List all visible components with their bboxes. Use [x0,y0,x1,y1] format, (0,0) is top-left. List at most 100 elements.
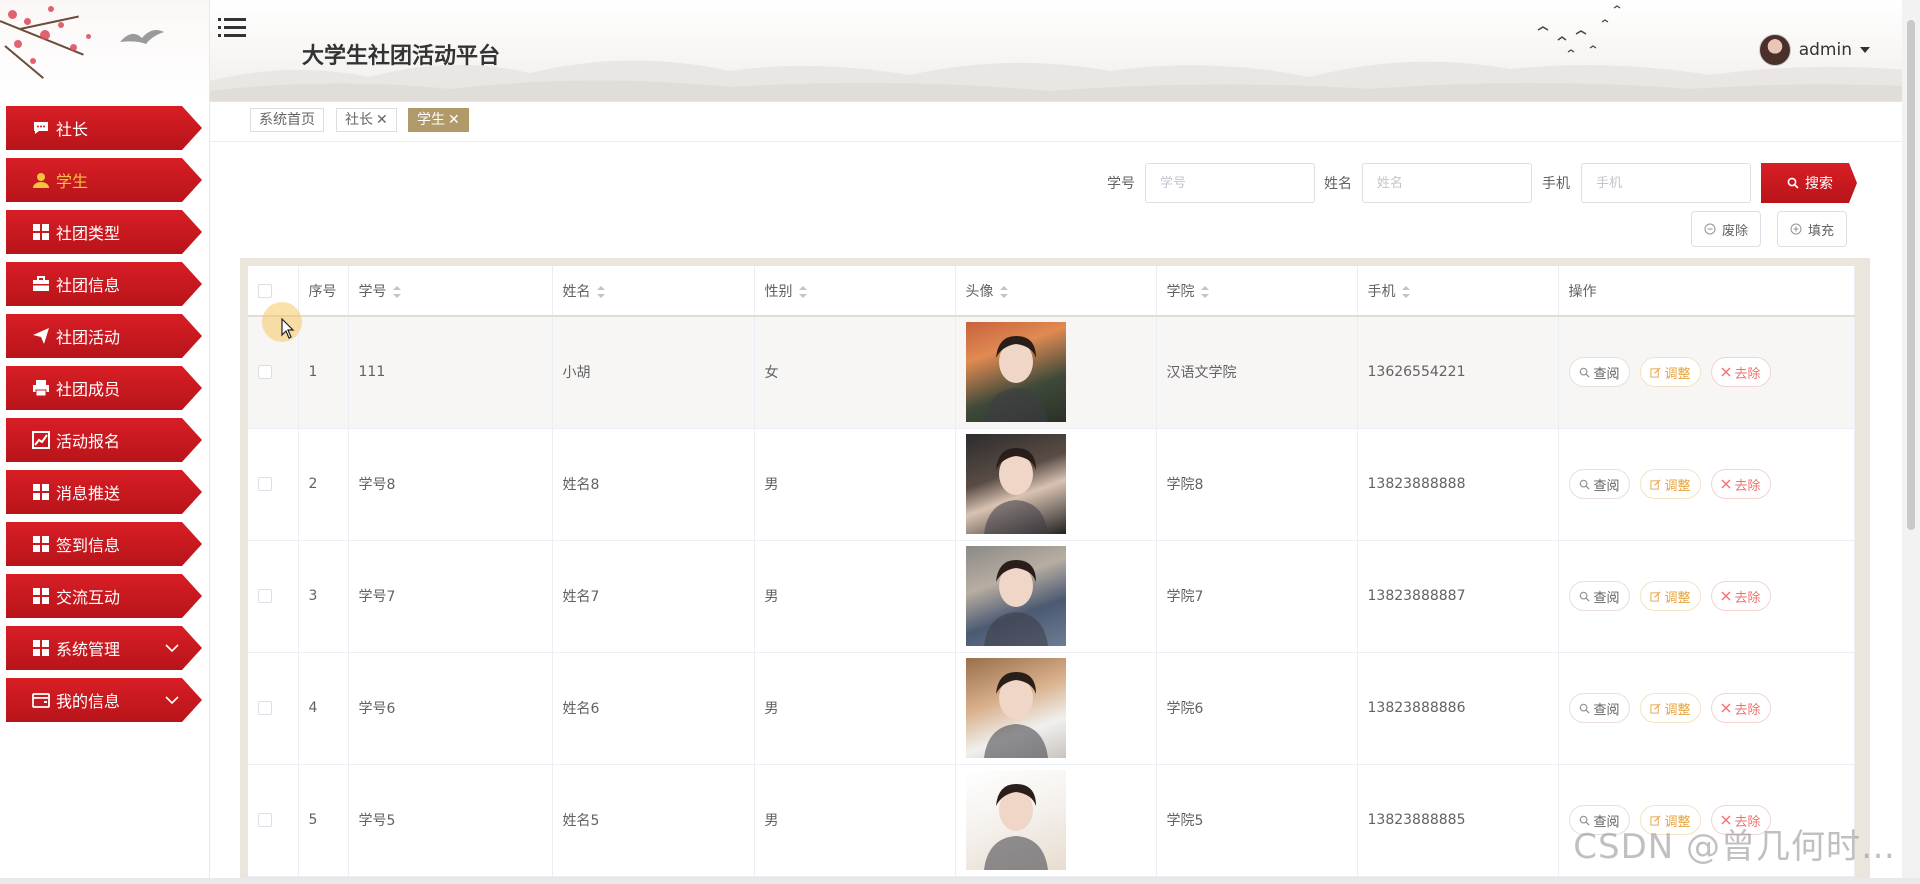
cell-phone: 13823888887 [1357,540,1559,653]
column-header-student-id[interactable]: 学号 [348,266,553,317]
row-checkbox[interactable] [258,701,272,715]
table-row[interactable]: 4 学号6 姓名6 男 学院6 13823888886 查阅 调整 去除 [248,652,1855,765]
close-icon[interactable]: ✕ [448,109,460,131]
table-row[interactable]: 1 111 小胡女汉语文学院 13626554221 查阅 调整 去除 [248,316,1855,429]
name-input[interactable] [1362,163,1532,203]
sidebar-item-label: 我的信息 [56,692,121,711]
edit-button[interactable]: 调整 [1639,357,1701,388]
add-button[interactable]: 填充 [1777,211,1848,247]
cell-student-id: 学号7 [348,540,553,653]
delete-row-button[interactable]: 去除 [1710,469,1771,499]
sort-icon[interactable] [999,285,1008,298]
row-checkbox[interactable] [258,589,272,603]
phone-input[interactable] [1581,163,1751,203]
cell-gender: 男 [754,764,956,877]
sidebar-item-my-info[interactable]: 我的信息 [6,678,202,722]
edit-button[interactable]: 调整 [1639,693,1701,723]
chat-icon [34,122,48,134]
sort-icon[interactable] [1401,285,1410,298]
tab-president[interactable]: 社长 ✕ [336,108,397,132]
table-row[interactable]: 3 学号7 姓名7 男 学院7 13823888887 查阅 调整 去除 [248,540,1855,653]
delete-row-button[interactable]: 去除 [1710,357,1771,388]
column-header-avatar[interactable]: 头像 [955,266,1157,317]
delete-button[interactable]: 废除 [1691,211,1762,247]
cell-actions: 查阅 调整 去除 [1558,540,1855,653]
cell-gender: 男 [754,428,956,541]
close-icon [1721,479,1731,489]
sidebar-item-communication[interactable]: 交流互动 [6,574,202,618]
search-icon [1787,177,1799,189]
view-button[interactable]: 查阅 [1568,469,1630,499]
edit-icon [1649,479,1660,490]
briefcase-icon [33,276,49,291]
column-header-name[interactable]: 姓名 [552,266,755,317]
sidebar-item-label: 社团信息 [56,276,121,295]
table-container: 序号 学号 姓名 性别 头像 学院 手机 操作 1 111 小胡女汉语文学院 1362… [240,258,1870,884]
portrait-silhouette-icon [983,448,1048,534]
cell-index: 3 [298,540,349,653]
sidebar-item-student[interactable]: 学生 [6,158,202,202]
user-menu[interactable]: admin [1758,34,1870,66]
column-header-phone[interactable]: 手机 [1357,266,1559,317]
sidebar-menu: 社长 学生 社团类型 社团信息 社团活动 社团成员 活动报名 消息推送 签到信息… [6,106,202,730]
edit-button-label: 调整 [1664,590,1691,606]
tab-home[interactable]: 系统首页 [250,108,324,132]
edit-button[interactable]: 调整 [1639,581,1701,611]
column-header-college[interactable]: 学院 [1156,266,1358,317]
send-icon [33,328,49,344]
cell-avatar [955,316,1157,429]
sidebar-item-message-push[interactable]: 消息推送 [6,470,202,514]
chevron-down-icon [165,644,179,653]
caret-down-icon [1860,47,1870,53]
page-scrollbar[interactable] [1902,0,1920,884]
delete-row-button[interactable]: 去除 [1710,693,1771,723]
cell-avatar [955,652,1157,765]
row-checkbox[interactable] [258,813,272,827]
cell-actions: 查阅 调整 去除 [1558,316,1855,429]
wallet-icon [32,693,50,708]
delete-row-button[interactable]: 去除 [1710,581,1771,611]
cell-phone: 13823888888 [1357,428,1559,541]
row-checkbox[interactable] [258,477,272,491]
view-button[interactable]: 查阅 [1568,581,1630,611]
sort-icon[interactable] [798,285,807,298]
search-icon [1579,367,1590,378]
scrollbar-thumb[interactable] [1907,20,1915,530]
row-checkbox[interactable] [258,365,272,380]
tab-student[interactable]: 学生 ✕ [408,108,469,132]
view-button[interactable]: 查阅 [1568,693,1630,723]
search-button[interactable]: 搜索 [1761,163,1857,203]
edit-button[interactable]: 调整 [1639,469,1701,499]
close-icon [1721,591,1731,601]
table-header-row: 序号 学号 姓名 性别 头像 学院 手机 操作 [248,266,1855,317]
delete-row-button-label: 去除 [1734,366,1761,382]
close-icon[interactable]: ✕ [376,109,388,131]
sidebar-item-checkin-info[interactable]: 签到信息 [6,522,202,566]
view-button-label: 查阅 [1593,478,1620,494]
student-photo [965,658,1066,758]
view-button[interactable]: 查阅 [1568,357,1630,388]
sidebar-item-club-type[interactable]: 社团类型 [6,210,202,254]
sort-icon[interactable] [392,285,401,298]
sidebar-item-system-management[interactable]: 系统管理 [6,626,202,670]
sidebar-item-president[interactable]: 社长 [6,106,202,150]
minus-circle-icon [1704,223,1716,235]
sidebar-item-club-activity[interactable]: 社团活动 [6,314,202,358]
cell-gender: 男 [754,540,956,653]
sidebar-item-activity-signup[interactable]: 活动报名 [6,418,202,462]
sort-icon[interactable] [1200,285,1209,298]
sort-icon[interactable] [596,285,605,298]
cell-student-id: 学号8 [348,428,553,541]
student-id-input[interactable] [1145,163,1315,203]
table-row[interactable]: 2 学号8 姓名8 男 学院8 13823888888 查阅 调整 去除 [248,428,1855,541]
row-select-cell [248,540,299,653]
sidebar-item-label: 系统管理 [56,640,121,659]
sidebar-item-club-info[interactable]: 社团信息 [6,262,202,306]
sidebar-item-club-member[interactable]: 社团成员 [6,366,202,410]
row-select-cell [248,764,299,877]
view-button-label: 查阅 [1593,366,1620,382]
column-header-gender[interactable]: 性别 [754,266,956,317]
menu-toggle-icon[interactable] [218,16,246,40]
select-all-checkbox[interactable] [258,283,272,298]
search-icon [1579,703,1590,714]
